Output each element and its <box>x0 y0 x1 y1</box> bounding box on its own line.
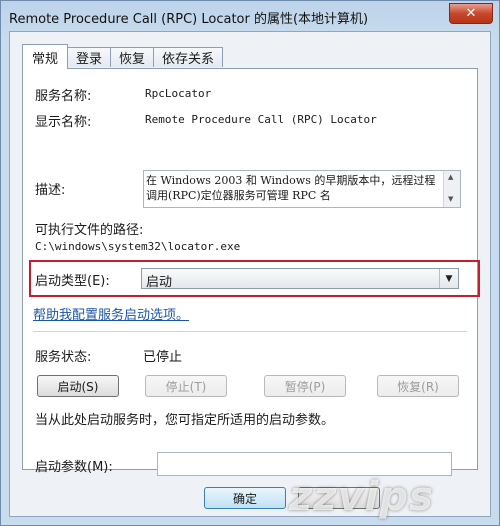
tab-logon[interactable]: 登录 <box>67 47 111 67</box>
pause-button[interactable]: 暂停(P) <box>264 375 346 397</box>
help-config-link[interactable]: 帮助我配置服务启动选项。 <box>33 304 189 323</box>
description-label: 描述: <box>35 183 66 198</box>
display-name-label: 显示名称: <box>35 115 92 130</box>
exe-path-value: C:\windows\system32\locator.exe <box>35 240 241 253</box>
ok-button[interactable]: 确定 <box>204 487 286 509</box>
start-params-label: 启动参数(M): <box>35 460 113 475</box>
watermark: zzvips <box>289 474 434 520</box>
start-button[interactable]: 启动(S) <box>37 375 119 397</box>
close-button[interactable]: ✕ <box>449 3 493 24</box>
startup-type-select[interactable]: 启动 ▼ <box>141 268 459 290</box>
window-title: Remote Procedure Call (RPC) Locator 的属性(… <box>9 12 369 27</box>
service-name-value: RpcLocator <box>145 87 212 100</box>
start-params-hint: 当从此处启动服务时，您可指定所适用的启动参数。 <box>35 413 335 428</box>
description-box[interactable]: 在 Windows 2003 和 Windows 的早期版本中，远程过程调用(R… <box>143 170 461 208</box>
divider <box>33 331 467 332</box>
properties-dialog: Remote Procedure Call (RPC) Locator 的属性(… <box>0 0 500 526</box>
scroll-up-icon[interactable]: ▲ <box>448 173 453 181</box>
resume-button[interactable]: 恢复(R) <box>377 375 459 397</box>
startup-type-value: 启动 <box>146 275 173 290</box>
tab-dependencies[interactable]: 依存关系 <box>153 47 223 67</box>
start-params-input[interactable] <box>157 452 452 476</box>
description-scrollbar[interactable]: ▲ ▼ <box>443 171 460 207</box>
stop-button[interactable]: 停止(T) <box>145 375 227 397</box>
general-tab-panel: 服务名称: RpcLocator 显示名称: Remote Procedure … <box>22 68 480 476</box>
description-text: 在 Windows 2003 和 Windows 的早期版本中，远程过程调用(R… <box>146 174 436 202</box>
service-status-value: 已停止 <box>143 350 183 365</box>
service-name-label: 服务名称: <box>35 89 92 104</box>
title-bar[interactable]: Remote Procedure Call (RPC) Locator 的属性(… <box>1 1 499 31</box>
chevron-down-icon[interactable]: ▼ <box>439 269 458 288</box>
service-status-label: 服务状态: <box>35 350 92 365</box>
close-icon: ✕ <box>465 6 477 21</box>
dialog-body: 常规 登录 恢复 依存关系 服务名称: RpcLocator 显示名称: Rem… <box>9 31 491 517</box>
tab-general[interactable]: 常规 <box>22 44 68 69</box>
display-name-value: Remote Procedure Call (RPC) Locator <box>145 113 377 126</box>
tab-recovery[interactable]: 恢复 <box>110 47 154 67</box>
startup-type-label: 启动类型(E): <box>35 274 110 289</box>
scroll-down-icon[interactable]: ▼ <box>448 195 453 203</box>
exe-path-label: 可执行文件的路径: <box>35 223 144 238</box>
